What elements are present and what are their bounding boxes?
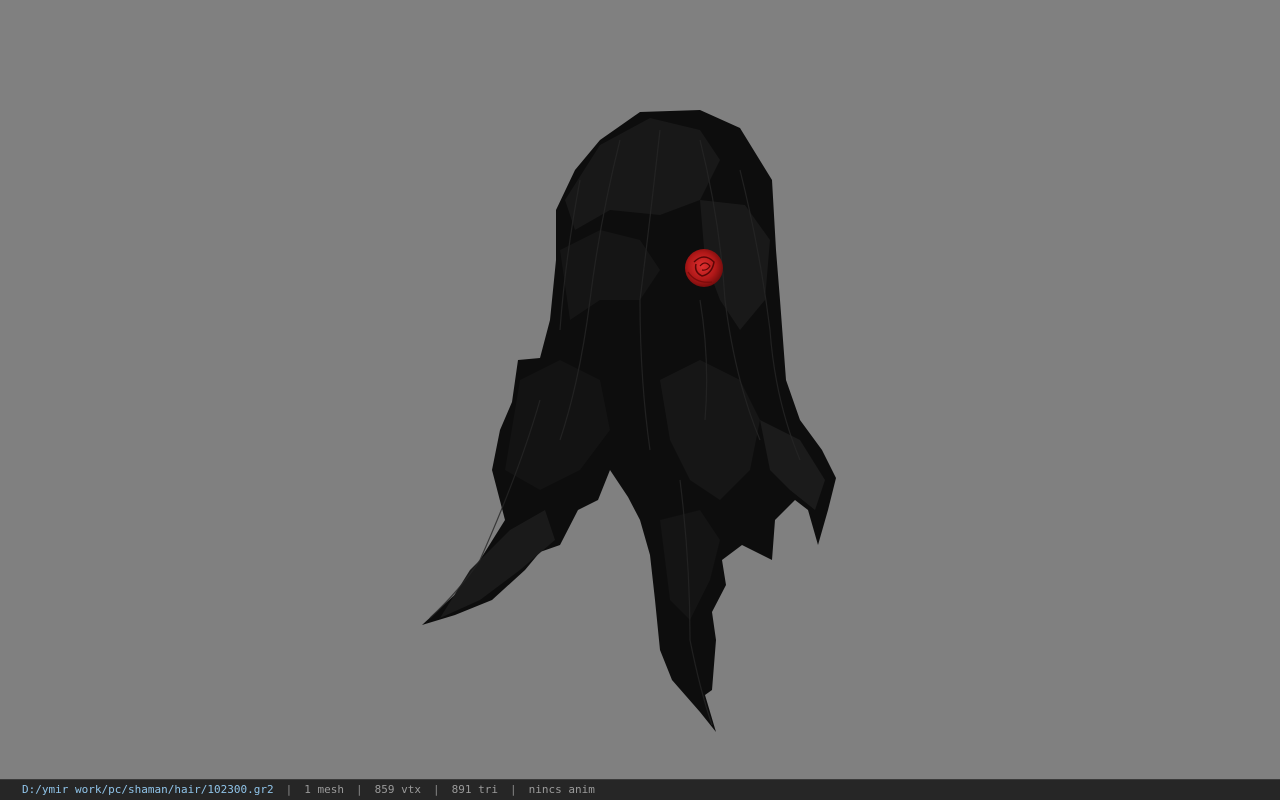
- separator: |: [285, 783, 293, 796]
- file-path: D:/ymir work/pc/shaman/hair/102300.gr2: [22, 783, 274, 796]
- separator: |: [510, 783, 517, 796]
- 3d-viewport[interactable]: [0, 0, 1280, 779]
- hair-model: [422, 110, 836, 732]
- vertex-count: 859 vtx: [374, 783, 422, 796]
- rose-ornament: [685, 249, 723, 287]
- animation-status: nincs anim: [528, 783, 595, 796]
- triangle-count: 891 tri: [451, 783, 499, 796]
- separator: |: [433, 783, 440, 796]
- status-bar: D:/ymir work/pc/shaman/hair/102300.gr2 | 1…: [0, 779, 1280, 800]
- mesh-count: 1 mesh: [304, 783, 345, 796]
- separator: |: [356, 783, 363, 796]
